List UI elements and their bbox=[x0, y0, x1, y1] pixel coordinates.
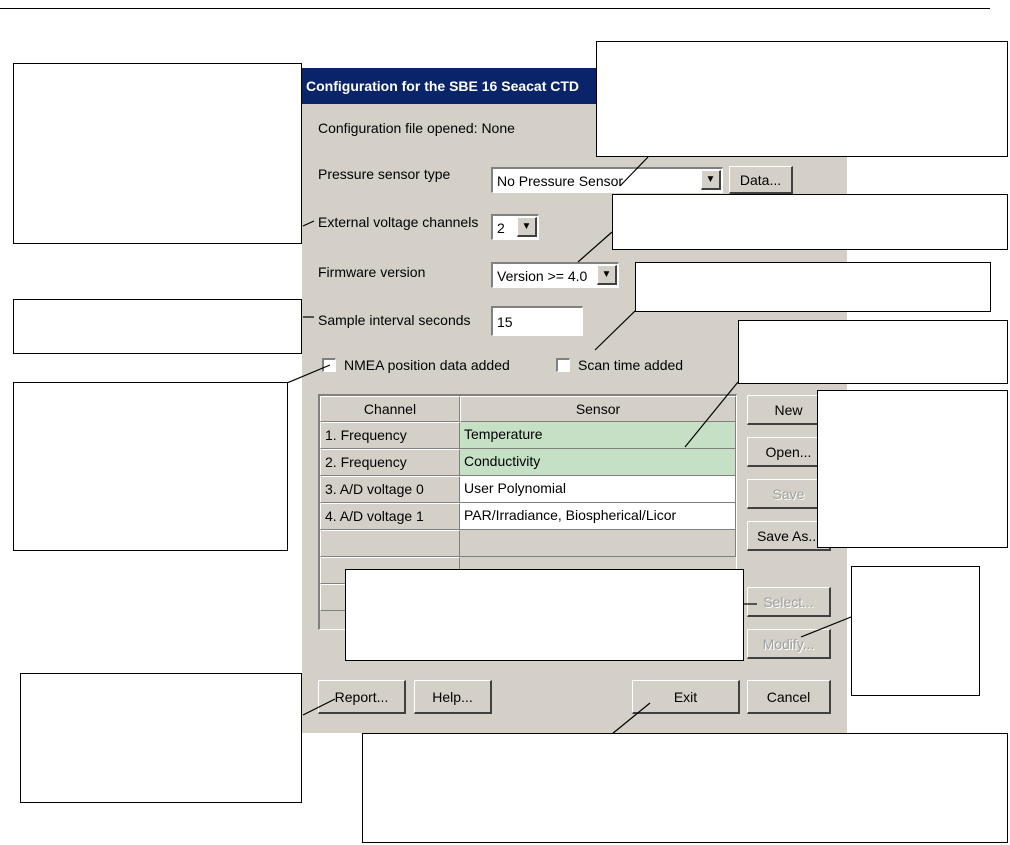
callout-box-exit-cancel bbox=[362, 733, 1008, 843]
callout-box-sample-interval bbox=[13, 299, 302, 354]
callout-box-scan-time bbox=[635, 262, 991, 312]
callout-box-table bbox=[345, 569, 744, 661]
callout-box-nmea bbox=[13, 382, 288, 551]
callout-box-firmware bbox=[612, 194, 1008, 250]
callout-box-file-buttons bbox=[817, 390, 1008, 548]
callout-box-sensor bbox=[738, 320, 1008, 384]
callout-box-report-help bbox=[20, 673, 302, 803]
callout-box-select-modify bbox=[851, 566, 980, 696]
callout-box-config-file bbox=[13, 63, 302, 244]
callout-box-pressure bbox=[596, 41, 1008, 157]
